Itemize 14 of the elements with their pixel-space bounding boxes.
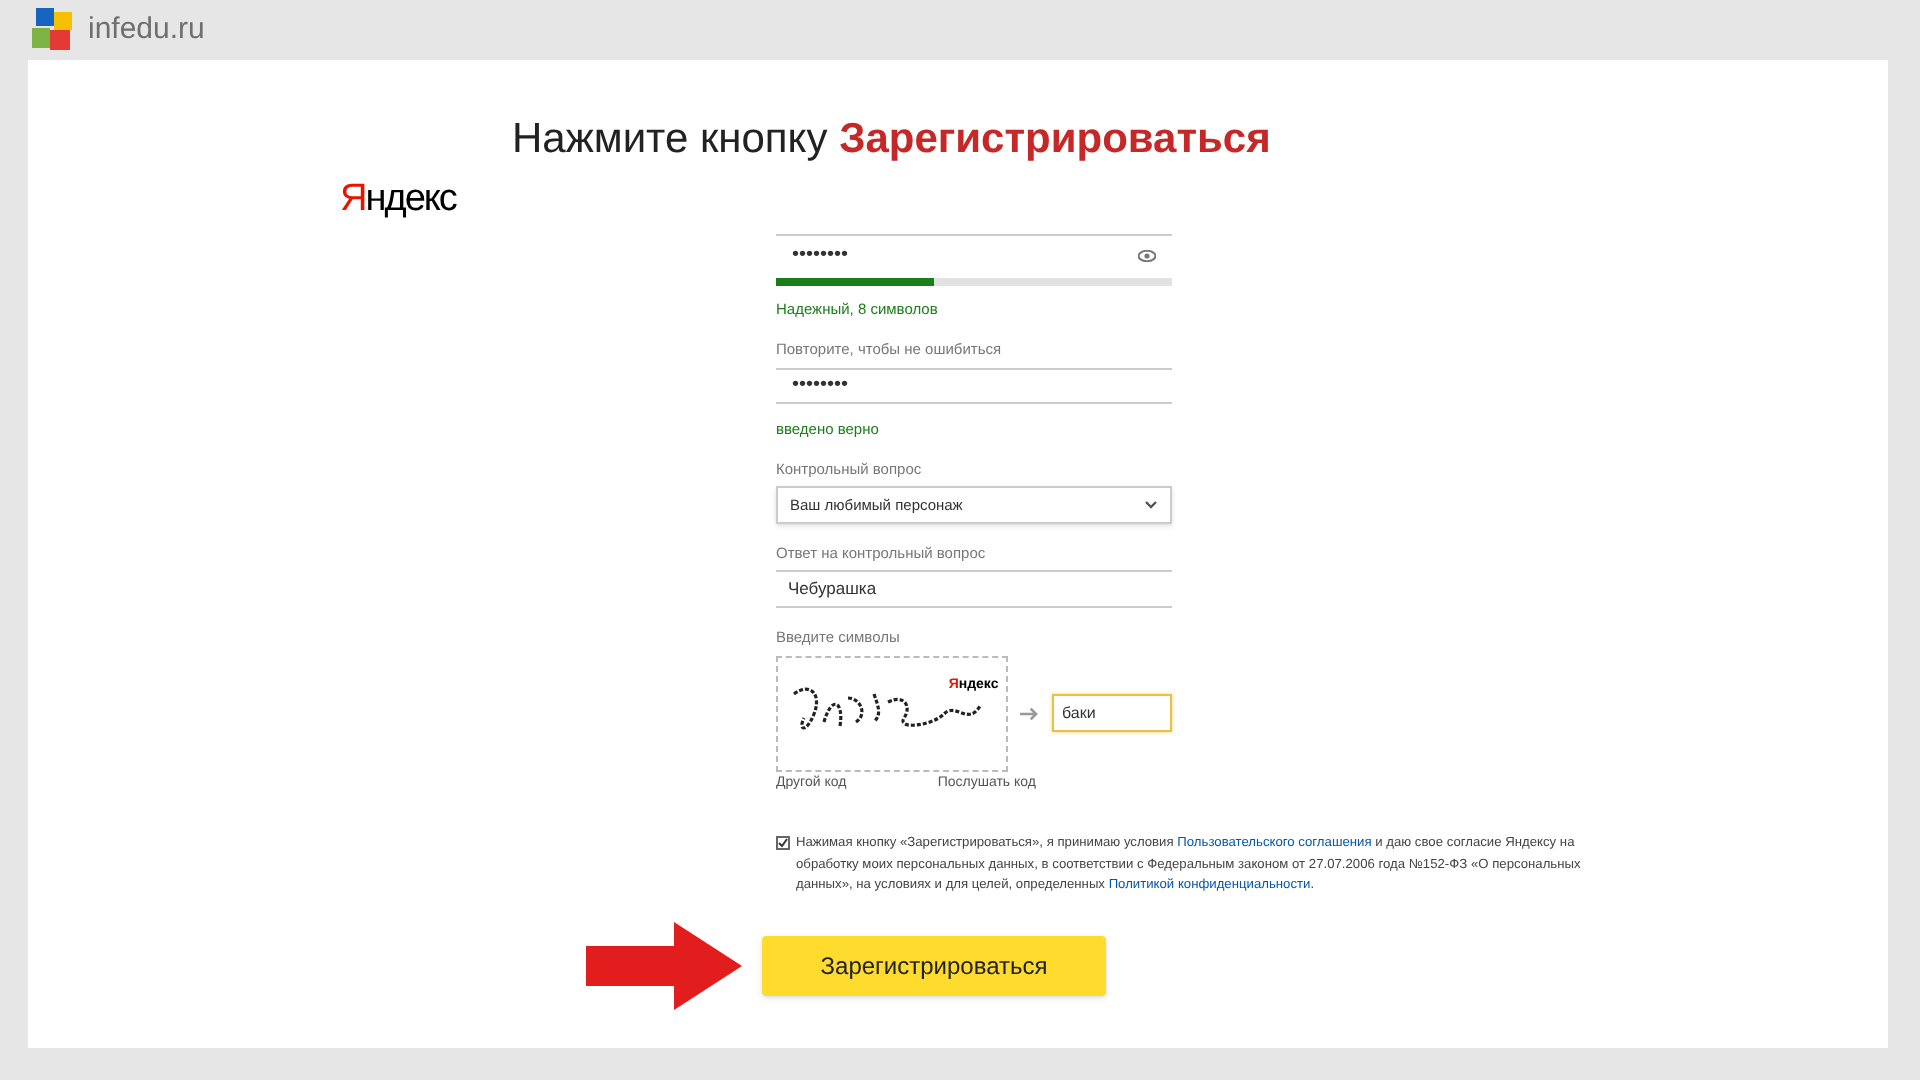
chevron-icon — [1144, 500, 1158, 510]
slide-title: Нажмите кнопку Зарегистрироваться — [510, 114, 1273, 166]
eye-icon[interactable] — [1138, 249, 1156, 261]
password-field[interactable]: •••••••• — [776, 234, 1172, 274]
yandex-logo: Яндекс — [340, 178, 456, 222]
site-name: infedu.ru — [88, 9, 205, 50]
register-button[interactable]: Зарегистрироваться — [762, 935, 1106, 995]
logo-icon — [32, 8, 76, 52]
agree-checkbox[interactable] — [776, 836, 790, 850]
answer-field[interactable]: Чебурашка — [776, 570, 1172, 609]
repeat-password-field[interactable]: •••••••• — [776, 367, 1172, 403]
pointer-arrow-icon — [586, 921, 746, 1009]
captcha-input[interactable]: баки — [1052, 694, 1172, 732]
arrow-icon — [1020, 705, 1041, 721]
